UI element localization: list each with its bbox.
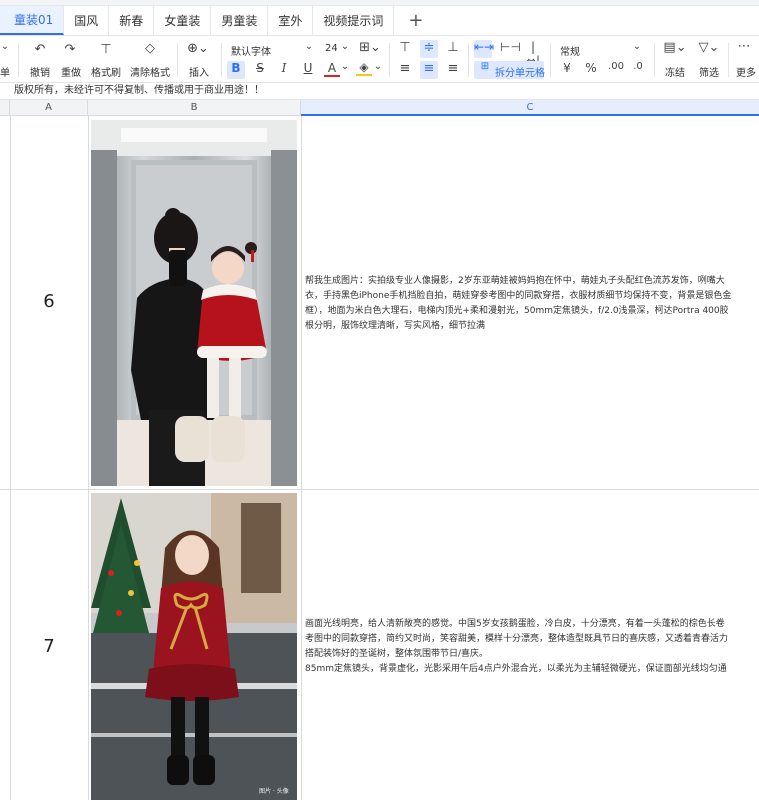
chevron-down-icon[interactable]: ⌄ [340,61,350,72]
align-right-icon[interactable]: ≡ [444,61,462,76]
column-header-a[interactable]: A [10,100,88,116]
christmas-girl-photo[interactable]: 图片 · 头像 [91,493,297,800]
tab-outdoor[interactable]: 室外 [268,6,314,35]
format-painter-icon[interactable]: ⊤ [98,42,114,57]
row-number: 7 [43,636,55,657]
increase-decimal-button[interactable]: .00 [606,61,626,72]
align-top-icon[interactable]: ⊤ [396,40,414,55]
underline-button[interactable]: U [300,61,316,75]
chevron-down-icon[interactable]: ⌄ [304,41,314,52]
column-header-c[interactable]: C [301,100,759,116]
align-left-icon[interactable]: ≡ [396,61,414,76]
insert-plus-icon[interactable]: ⊕⌄ [186,41,210,56]
chevron-down-icon[interactable]: ⌄ [632,41,642,52]
prompt-cell[interactable]: 帮我生成图片：实拍级专业人像摄影，2岁东亚萌娃被妈妈抱在怀中，萌娃丸子头配红色流… [305,274,759,334]
freeze-icon[interactable]: ▤⌄ [662,40,688,55]
tab-guofeng[interactable]: 国风 [64,6,110,35]
align-bottom-icon[interactable]: ⊥ [444,40,462,55]
align-center-icon[interactable]: ≡ [420,61,438,76]
add-sheet-button[interactable]: + [394,6,437,35]
chevron-down-icon[interactable]: ⌄ [0,41,10,52]
undo-button[interactable]: 撤销 [30,64,50,79]
menu-cut-label[interactable]: 单 [0,64,10,79]
freeze-button[interactable]: 冻结 [665,64,685,79]
undo-icon[interactable]: ↶ [32,42,48,57]
bold-button[interactable]: B [227,61,245,75]
eraser-icon[interactable]: ◇ [142,41,158,56]
column-header-b[interactable]: B [88,100,301,116]
number-format-select[interactable]: 常规 [560,43,580,58]
corner-cell[interactable] [0,100,10,116]
decrease-decimal-button[interactable]: .0 [630,61,646,72]
redo-button[interactable]: 重做 [61,64,81,79]
font-size-select[interactable]: 24 [325,43,338,54]
filter-icon[interactable]: ▽⌄ [696,40,722,55]
filter-button[interactable]: 筛选 [699,64,719,79]
fill-color-icon[interactable]: ◈ [356,60,372,76]
elevator-photo-illustration [91,120,297,486]
align-middle-icon[interactable]: ≑ [420,40,438,55]
insert-button[interactable]: 插入 [189,64,209,79]
format-painter-button[interactable]: 格式刷 [91,64,121,79]
sheet-grid[interactable]: 6 帮我生成图片：实拍级专业人像摄影，2岁东亚萌娃被妈妈抱在怀中，萌娃丸子头配红… [0,116,759,800]
column-header: A B C [0,99,759,116]
italic-button[interactable]: I [276,61,292,75]
sheet-tabs: 童装01 国风 新春 女童装 男童装 室外 视频提示词 + [0,6,759,36]
notice-banner: 版权所有，未经许可不得复制、传播或用于商业用途！！ [0,83,759,99]
elevator-mother-child-photo[interactable] [91,120,297,486]
tab-video-prompts[interactable]: 视频提示词 [313,6,395,35]
tab-boys-clothing[interactable]: 男童装 [211,6,269,35]
split-cells-button[interactable]: 拆分单元格 [495,64,545,79]
fit-width-icon[interactable]: ⊢⊣ [500,40,521,54]
chevron-down-icon[interactable]: ⌄ [373,61,383,72]
tab-new-year[interactable]: 新春 [109,6,155,35]
strikethrough-button[interactable]: S [252,61,268,75]
font-family-select[interactable]: 默认字体 [231,43,271,58]
toolbar: ⌄ 单 ↶ 撤销 ↷ 重做 ⊤ 格式刷 ◇ 清除格式 ⊕⌄ 插入 默认字体 ⌄ … [0,37,759,83]
tab-girls-clothing[interactable]: 女童装 [154,6,212,35]
more-button[interactable]: 更多 [736,64,756,79]
redo-icon[interactable]: ↷ [62,42,78,57]
borders-icon[interactable]: ⊞⌄ [357,40,383,55]
percent-button[interactable]: % [584,61,598,75]
phone [169,250,187,286]
christmas-photo-illustration: 图片 · 头像 [91,493,297,800]
clear-format-button[interactable]: 清除格式 [130,64,170,79]
more-icon[interactable]: ⋯ [734,39,754,54]
font-color-button[interactable]: A [324,61,340,77]
photo-watermark-text: 图片 · 头像 [259,787,289,795]
wrap-text-icon[interactable]: ⇤⇥ [474,40,494,54]
row-number: 6 [43,291,55,312]
prompt-cell[interactable]: 画面光线明亮，给人清新敞亮的感觉。中国5岁女孩鹅蛋脸，冷白皮，十分漂亮，有着一头… [305,617,759,677]
currency-button[interactable]: ¥ [560,61,574,75]
tab-child-clothing-01[interactable]: 童装01 [0,6,65,35]
chevron-down-icon[interactable]: ⌄ [340,41,350,52]
merge-cells-icon[interactable]: ⊞ [478,61,492,72]
